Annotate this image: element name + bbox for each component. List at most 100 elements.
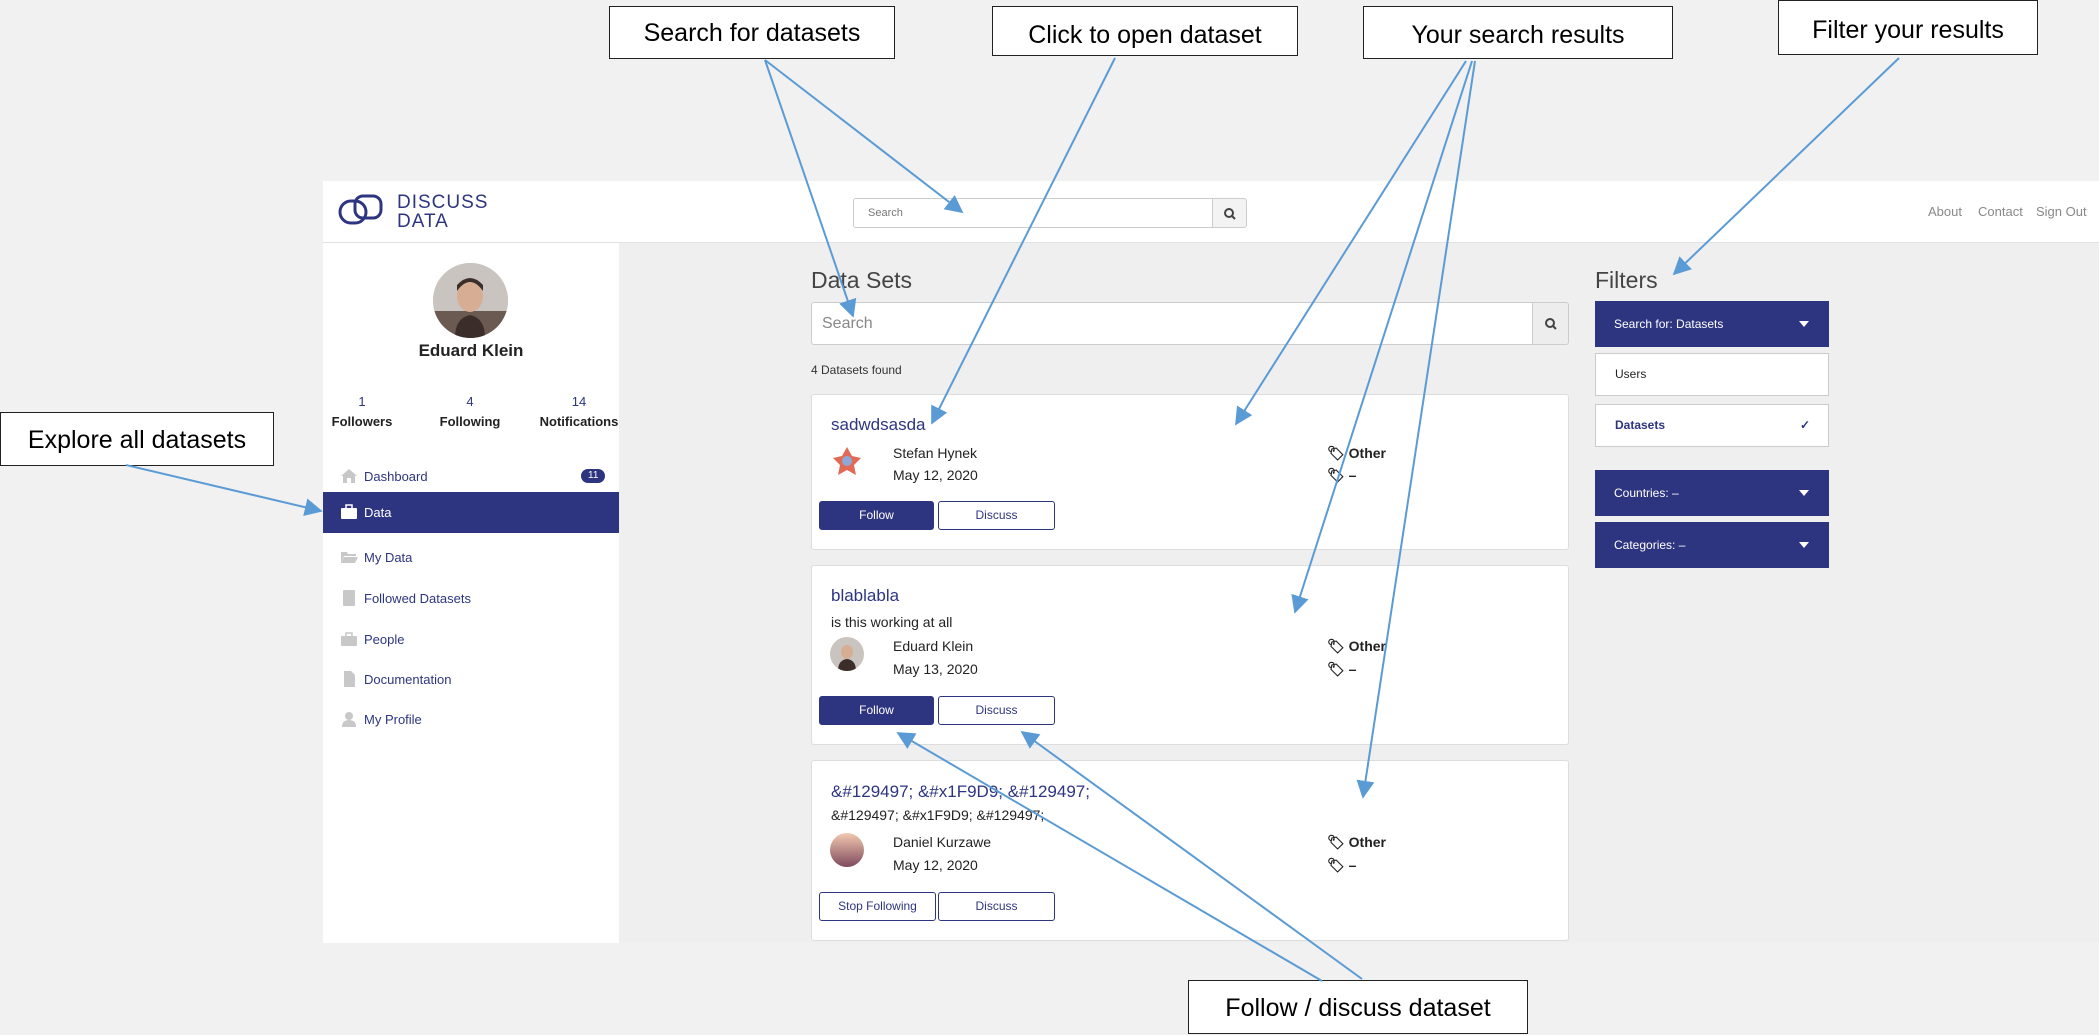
- author-avatar[interactable]: [830, 833, 864, 867]
- checkmark-icon: ✓: [1799, 418, 1810, 432]
- sidebar-item-label: My Data: [364, 550, 413, 565]
- dataset-card: blablabla is this working at all Eduard …: [811, 565, 1569, 745]
- user-avatar[interactable]: [433, 263, 508, 338]
- results-count: 4 Datasets found: [811, 363, 902, 377]
- sidebar-item-label: Documentation: [364, 672, 452, 687]
- sidebar-item-followed-datasets[interactable]: Followed Datasets: [323, 578, 619, 619]
- user-icon: [342, 712, 356, 727]
- top-search-button[interactable]: [1212, 198, 1247, 228]
- caret-down-icon: [1799, 321, 1809, 327]
- stat-following-value: 4: [466, 394, 474, 409]
- dataset-tags-label: –: [1348, 857, 1357, 873]
- sidebar-item-people[interactable]: People: [323, 619, 619, 660]
- tags-icon: 🏷︎: [1327, 467, 1345, 483]
- filter-option-label: Datasets: [1615, 418, 1666, 432]
- countries-label: Countries: –: [1614, 486, 1679, 500]
- dataset-category: 🏷︎ Other: [1327, 445, 1386, 462]
- callout-explore-all: Explore all datasets: [0, 412, 274, 466]
- nav-link-about[interactable]: About: [1928, 204, 1962, 219]
- author-avatar[interactable]: [830, 444, 864, 478]
- dataset-date: May 12, 2020: [893, 857, 978, 873]
- sidebar-item-dashboard[interactable]: Dashboard 11: [323, 456, 619, 497]
- book-icon: [343, 590, 355, 606]
- discuss-button[interactable]: Discuss: [938, 892, 1055, 921]
- sidebar-item-label: Data: [364, 505, 392, 520]
- discuss-button[interactable]: Discuss: [938, 501, 1055, 530]
- tags-icon: 🏷︎: [1327, 857, 1345, 873]
- author-avatar-image: [830, 637, 864, 671]
- stat-followers[interactable]: 1 Followers: [317, 394, 407, 429]
- stat-notifications-label: Notifications: [539, 414, 619, 429]
- page-title: Data Sets: [811, 267, 912, 293]
- dataset-date: May 13, 2020: [893, 661, 978, 677]
- stat-notifications-value: 14: [571, 394, 587, 409]
- stat-notifications[interactable]: 14 Notifications: [534, 394, 624, 429]
- dataset-search-button[interactable]: [1532, 302, 1569, 345]
- filter-option-datasets[interactable]: Datasets ✓: [1595, 404, 1829, 447]
- callout-follow-discuss: Follow / discuss dataset: [1188, 980, 1528, 1034]
- tags-icon: 🏷︎: [1327, 661, 1345, 677]
- sidebar-item-data[interactable]: Data: [323, 492, 619, 533]
- sidebar-item-documentation[interactable]: Documentation: [323, 659, 619, 700]
- dataset-title[interactable]: blablabla: [831, 586, 899, 606]
- dataset-title[interactable]: &#129497; &#x1F9D9; &#129497;: [831, 782, 1090, 802]
- sidebar-item-label: Dashboard: [364, 469, 428, 484]
- filter-option-users[interactable]: Users: [1595, 353, 1829, 396]
- dataset-category-label: Other: [1348, 834, 1387, 850]
- callout-click-open: Click to open dataset: [992, 6, 1298, 56]
- categories-label: Categories: –: [1614, 538, 1686, 552]
- sidebar-item-label: Followed Datasets: [364, 591, 471, 606]
- dataset-date: May 12, 2020: [893, 467, 978, 483]
- tag-icon: 🏷︎: [1327, 445, 1345, 461]
- stat-following[interactable]: 4 Following: [425, 394, 515, 429]
- sidebar-item-label: My Profile: [364, 712, 422, 727]
- discuss-data-logo-icon[interactable]: [337, 193, 389, 231]
- logo-line-2: DATA: [397, 211, 449, 232]
- filters-title: Filters: [1595, 267, 1658, 293]
- filter-option-label: Users: [1615, 367, 1647, 381]
- dataset-category-label: Other: [1348, 445, 1387, 461]
- categories-dropdown[interactable]: Categories: –: [1595, 522, 1829, 568]
- dataset-tags: 🏷︎ –: [1327, 661, 1356, 678]
- author-avatar[interactable]: [830, 637, 864, 671]
- callout-search-results: Your search results: [1363, 6, 1673, 59]
- avatar-image: [433, 263, 508, 338]
- search-for-label: Search for: Datasets: [1614, 317, 1724, 331]
- tag-icon: 🏷︎: [1327, 834, 1345, 850]
- stat-followers-value: 1: [358, 394, 366, 409]
- nav-link-contact[interactable]: Contact: [1978, 204, 2023, 219]
- sidebar-item-my-data[interactable]: My Data: [323, 537, 619, 578]
- author-avatar-image: [830, 833, 864, 867]
- dataset-tags: 🏷︎ –: [1327, 467, 1356, 484]
- dataset-search-input[interactable]: Search: [811, 302, 1533, 345]
- folder-open-icon: [341, 552, 358, 563]
- search-for-dropdown[interactable]: Search for: Datasets: [1595, 301, 1829, 347]
- author-avatar-image: [830, 444, 864, 478]
- discuss-button[interactable]: Discuss: [938, 696, 1055, 725]
- file-icon: [344, 671, 355, 687]
- dataset-author[interactable]: Stefan Hynek: [893, 445, 977, 461]
- caret-down-icon: [1799, 490, 1809, 496]
- logo-wordmark[interactable]: DISCUSS DATA: [397, 193, 507, 231]
- dataset-tags: 🏷︎ –: [1327, 857, 1356, 874]
- stat-followers-label: Followers: [331, 414, 393, 429]
- home-icon: [341, 469, 357, 483]
- dataset-description: &#129497; &#x1F9D9; &#129497;: [831, 807, 1045, 823]
- top-search-input[interactable]: Search: [853, 198, 1213, 228]
- dataset-author[interactable]: Daniel Kurzawe: [893, 834, 991, 850]
- dataset-tags-label: –: [1348, 467, 1357, 483]
- briefcase-icon: [341, 504, 357, 519]
- dataset-title[interactable]: sadwdsasda: [831, 415, 926, 435]
- follow-button[interactable]: Follow: [819, 696, 934, 725]
- arrow-to-data-nav: [125, 464, 323, 517]
- dataset-author[interactable]: Eduard Klein: [893, 638, 973, 654]
- tag-icon: 🏷︎: [1327, 638, 1345, 654]
- stat-following-label: Following: [439, 414, 501, 429]
- nav-link-sign-out[interactable]: Sign Out: [2036, 204, 2087, 219]
- stop-following-button[interactable]: Stop Following: [819, 892, 936, 921]
- logo-line-1: DISCUSS: [397, 192, 489, 213]
- user-name[interactable]: Eduard Klein: [330, 341, 612, 361]
- countries-dropdown[interactable]: Countries: –: [1595, 470, 1829, 516]
- follow-button[interactable]: Follow: [819, 501, 934, 530]
- sidebar-item-my-profile[interactable]: My Profile: [323, 699, 619, 740]
